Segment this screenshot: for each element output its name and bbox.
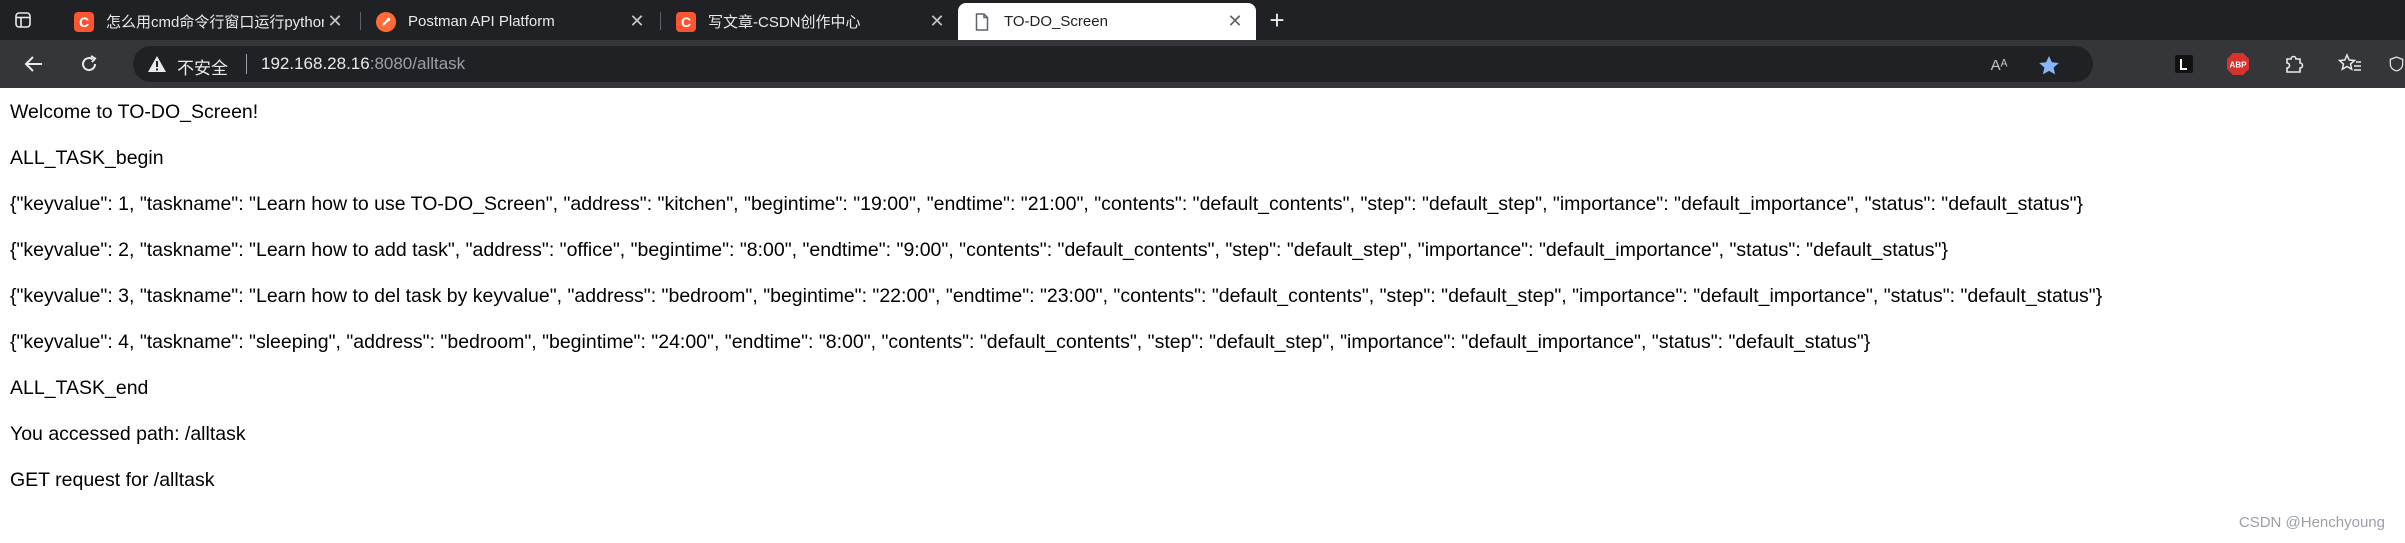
- task-list-end: ALL_TASK_end: [10, 377, 149, 399]
- reload-button[interactable]: [74, 50, 104, 78]
- close-icon[interactable]: ✕: [324, 11, 346, 33]
- svg-text:ABP: ABP: [2230, 61, 2248, 70]
- warning-icon[interactable]: [147, 54, 167, 74]
- url-path: :8080/alltask: [369, 54, 466, 73]
- read-aloud-icon[interactable]: Aᴬ: [1987, 54, 2011, 76]
- csdn-watermark: CSDN @Henchyoung: [2238, 514, 2385, 531]
- tab-actions-icon[interactable]: [8, 6, 38, 34]
- new-tab-button[interactable]: +: [1262, 5, 1292, 35]
- tab-postman[interactable]: Postman API Platform ✕: [362, 3, 658, 40]
- task-entry: {"keyvalue": 3, "taskname": "Learn how t…: [10, 285, 2103, 307]
- tab-title: Postman API Platform: [408, 13, 555, 30]
- url-text[interactable]: 192.168.28.16:8080/alltask: [261, 54, 465, 74]
- close-icon[interactable]: ✕: [1224, 11, 1246, 33]
- tab-strip: C 怎么用cmd命令行窗口运行python ✕ Postman API Plat…: [0, 0, 2405, 40]
- tab-divider: [660, 12, 661, 30]
- accessed-path-text: You accessed path: /alltask: [10, 423, 246, 445]
- tab-title: 写文章-CSDN创作中心: [708, 14, 861, 31]
- browser-toolbar: 不安全 192.168.28.16:8080/alltask Aᴬ ABP: [0, 40, 2405, 88]
- browser-essentials-icon[interactable]: [2388, 52, 2405, 76]
- csdn-icon: C: [676, 11, 696, 32]
- task-entry: {"keyvalue": 1, "taskname": "Learn how t…: [10, 193, 2084, 215]
- task-entry: {"keyvalue": 4, "taskname": "sleeping", …: [10, 331, 1871, 353]
- adblock-plus-icon[interactable]: ABP: [2226, 52, 2250, 76]
- close-icon[interactable]: ✕: [626, 11, 648, 33]
- close-icon[interactable]: ✕: [926, 11, 948, 33]
- url-host: 192.168.28.16: [261, 54, 370, 73]
- back-button[interactable]: [19, 50, 49, 78]
- favorites-icon[interactable]: [2338, 52, 2362, 76]
- tab-title: TO-DO_Screen: [1004, 13, 1108, 30]
- tab-divider: [360, 12, 361, 30]
- request-info-text: GET request for /alltask: [10, 469, 215, 491]
- task-entry: {"keyvalue": 2, "taskname": "Learn how t…: [10, 239, 1948, 261]
- csdn-icon: C: [74, 11, 94, 32]
- tab-csdn-editor[interactable]: C 写文章-CSDN创作中心 ✕: [662, 3, 958, 40]
- extension-l-icon[interactable]: [2173, 52, 2195, 76]
- welcome-text: Welcome to TO-DO_Screen!: [10, 101, 259, 123]
- address-divider: [246, 54, 247, 74]
- postman-icon: [376, 11, 396, 32]
- tab-todo-screen[interactable]: TO-DO_Screen ✕: [958, 3, 1256, 40]
- tab-cmd-python[interactable]: C 怎么用cmd命令行窗口运行python ✕: [60, 3, 356, 40]
- security-label[interactable]: 不安全: [177, 54, 228, 79]
- document-icon: [972, 12, 992, 32]
- page-body: Welcome to TO-DO_Screen! ALL_TASK_begin …: [10, 98, 2102, 512]
- favorite-star-icon[interactable]: [2037, 54, 2061, 76]
- address-bar[interactable]: 不安全 192.168.28.16:8080/alltask Aᴬ: [133, 46, 2093, 82]
- extensions-puzzle-icon[interactable]: [2282, 52, 2306, 76]
- task-list-begin: ALL_TASK_begin: [10, 147, 164, 169]
- tab-title: 怎么用cmd命令行窗口运行python: [106, 14, 324, 31]
